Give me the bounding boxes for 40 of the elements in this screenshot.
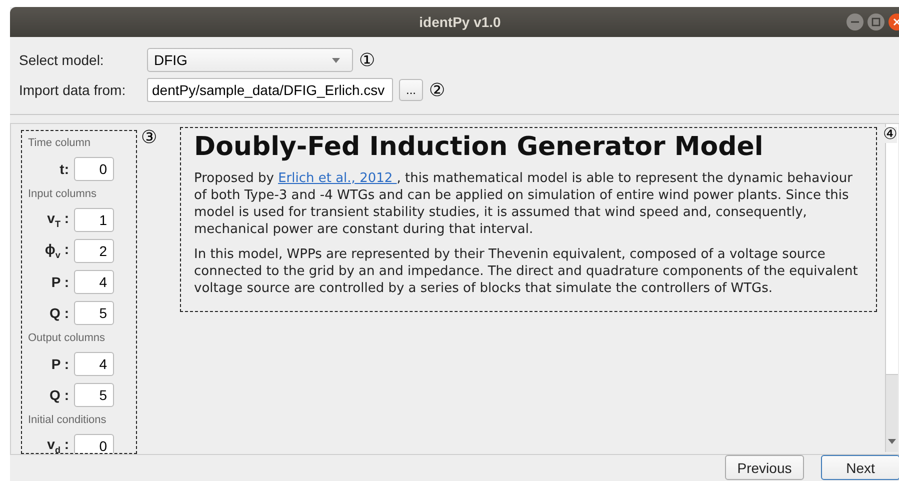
description-heading: Doubly-Fed Induction Generator Model — [194, 132, 764, 162]
column-label: t: — [60, 160, 69, 176]
field-label: Import data from: — [19, 82, 127, 98]
file-path-field[interactable]: dentPy/sample_data/DFIG_Erlich.csv — [147, 78, 393, 102]
column-label: Q : — [50, 304, 69, 320]
column-field[interactable]: 5 — [74, 300, 114, 324]
column-field[interactable]: 5 — [74, 382, 114, 406]
description-paragraph: Proposed by Erlich et al., 2012 , this mathematical model is able to represent the dynamic behaviour of both Type-3 and -4 WTGs and can be applied on simulation of entire wind power plants. Since this model is used for transient stability studies, it is assumed that wind speed and, consequently, mechanical power are constant during that interval. — [194, 170, 854, 238]
down-arrow-icon[interactable] — [888, 439, 896, 444]
wizard-button[interactable]: Previous — [725, 455, 804, 480]
step-marker: ① — [359, 51, 375, 69]
group-title: Initial conditions — [28, 413, 108, 428]
scrollbar[interactable] — [885, 124, 898, 452]
browse-button[interactable]: ... — [399, 79, 423, 101]
model-dropdown[interactable]: DFIG — [147, 48, 353, 72]
step-marker: ② — [429, 81, 445, 99]
column-field[interactable]: 2 — [74, 238, 114, 262]
minimize-icon[interactable] — [846, 13, 864, 31]
column-label: Q : — [50, 386, 69, 402]
caret-icon — [332, 58, 340, 62]
step-marker: ④ — [883, 127, 897, 143]
window-title: identPy v1.0 — [419, 14, 501, 30]
citation-link[interactable]: Erlich et al., 2012 — [278, 171, 397, 186]
column-field[interactable]: 1 — [74, 208, 114, 232]
column-field[interactable]: 0 — [74, 434, 114, 453]
column-field[interactable]: 0 — [74, 156, 114, 180]
column-field[interactable]: 4 — [74, 352, 114, 376]
field-label: Select model: — [19, 52, 105, 68]
column-label: v$_{T}$ : — [47, 210, 69, 229]
step-marker: ③ — [141, 128, 157, 146]
group-title: Time column — [28, 136, 92, 151]
column-field[interactable]: 4 — [74, 270, 114, 294]
column-label: P : — [51, 356, 69, 372]
column-label: v$_{d}$ : — [47, 436, 69, 453]
description-paragraph: In this model, WPPs are represented by their Thevenin equivalent, composed of a voltage source connected to the grid by an and impedance. The direct and quadrature components of the equivalent voltage source are controlled by a series of blocks that simulate the controllers of WTGs. — [194, 246, 859, 297]
wizard-button[interactable]: Next — [821, 455, 899, 480]
group-title: Input columns — [28, 187, 98, 202]
column-label: ϕ$_{v}$ : — [44, 241, 69, 260]
group-title: Output columns — [28, 331, 106, 346]
column-label: P : — [51, 274, 69, 290]
